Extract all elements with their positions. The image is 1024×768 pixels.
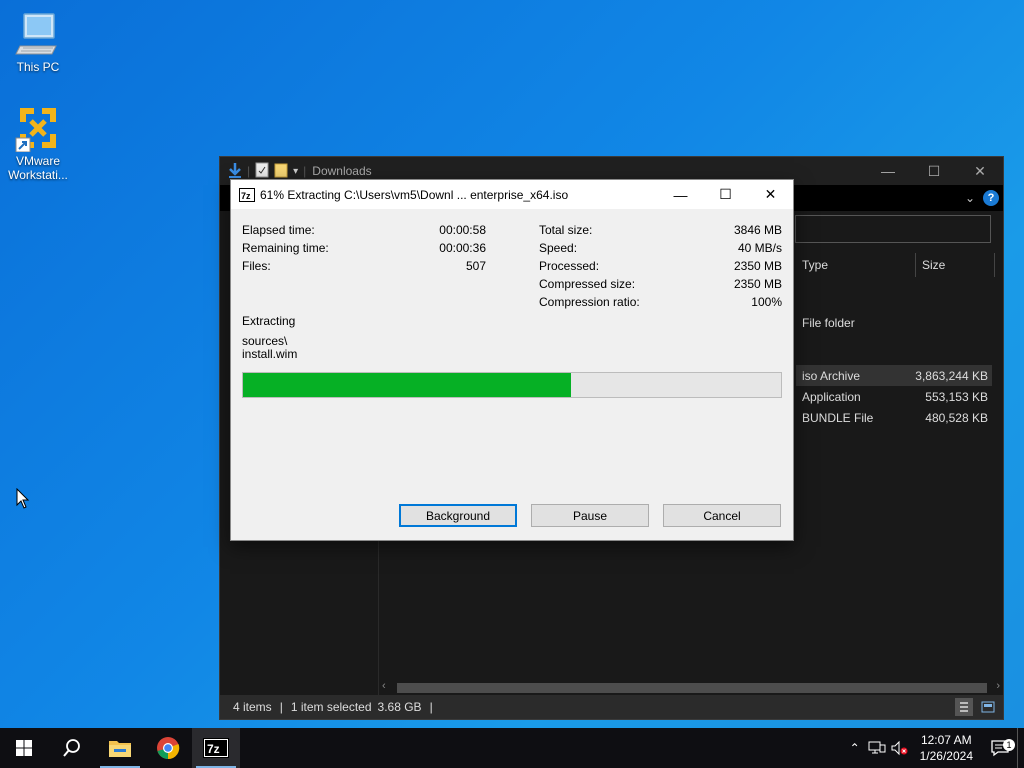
action-center-button[interactable]: 1 (983, 739, 1017, 757)
system-tray: ⌃ 12:07 AM 1/26/2024 1 (844, 728, 1024, 768)
remaining-time-label: Remaining time: (242, 241, 329, 255)
7zip-icon: 7z (203, 738, 229, 758)
large-icons-view-icon[interactable] (979, 698, 997, 716)
operation-label: Extracting (242, 314, 296, 328)
computer-icon (14, 10, 62, 58)
processed-value: 2350 MB (733, 259, 782, 273)
selection-count: 1 item selected (290, 700, 372, 714)
compressed-size-label: Compressed size: (539, 277, 636, 291)
file-row[interactable]: File folder (796, 312, 992, 333)
chrome-icon (157, 737, 180, 760)
taskbar-file-explorer[interactable] (96, 728, 144, 768)
extraction-progress-bar (242, 372, 782, 398)
status-bar: 4 items | 1 item selected 3.68 GB | (220, 695, 1003, 719)
pause-button[interactable]: Pause (531, 504, 649, 527)
show-desktop-button[interactable] (1017, 728, 1024, 768)
column-header-size[interactable]: Size (922, 253, 945, 277)
speed-label: Speed: (539, 241, 578, 255)
total-size-label: Total size: (539, 223, 593, 237)
scroll-right-icon[interactable]: › (996, 680, 1000, 692)
network-icon[interactable] (866, 740, 888, 756)
files-value: 507 (465, 259, 486, 273)
start-button[interactable] (0, 728, 48, 768)
search-button[interactable] (48, 728, 96, 768)
show-hidden-icons-chevron-icon[interactable]: ⌃ (844, 741, 866, 755)
7zip-icon: 7z (239, 187, 255, 202)
column-header-type[interactable]: Type (802, 253, 828, 277)
clock-date: 1/26/2024 (919, 749, 973, 763)
remaining-time-value: 00:00:36 (439, 241, 486, 255)
windows-logo-icon (16, 740, 32, 756)
column-divider[interactable] (915, 253, 916, 277)
compression-ratio-label: Compression ratio: (539, 295, 640, 309)
taskbar-chrome[interactable] (144, 728, 192, 768)
minimize-icon[interactable]: — (658, 180, 703, 209)
file-size: 480,528 KB (925, 410, 988, 425)
quick-access-toolbar: | ▾ | (220, 162, 306, 181)
details-view-icon[interactable] (955, 698, 973, 716)
files-label: Files: (242, 259, 271, 273)
minimize-icon[interactable]: — (865, 157, 911, 185)
close-icon[interactable]: ✕ (957, 157, 1003, 185)
explorer-title: Downloads (312, 164, 372, 178)
expand-ribbon-chevron-icon[interactable]: ⌄ (965, 191, 975, 205)
speed-value: 40 MB/s (737, 241, 782, 255)
help-icon[interactable]: ? (983, 190, 999, 206)
compressed-size-value: 2350 MB (733, 277, 782, 291)
new-folder-icon[interactable] (274, 162, 288, 181)
processed-label: Processed: (539, 259, 600, 273)
elapsed-time-label: Elapsed time: (242, 223, 315, 237)
vmware-icon (14, 104, 62, 153)
taskbar-7zip[interactable]: 7z (192, 728, 240, 768)
file-type: Application (802, 389, 861, 404)
properties-icon[interactable] (255, 162, 269, 181)
file-type: File folder (802, 315, 855, 330)
file-row[interactable]: Application 553,153 KB (796, 386, 992, 407)
search-icon (63, 739, 80, 757)
file-size: 553,153 KB (925, 389, 988, 404)
desktop-icon-vmware[interactable]: VMware Workstati... (0, 104, 76, 182)
dialog-title: 61% Extracting C:\Users\vm5\Downl ... en… (260, 187, 569, 202)
desktop-icon-label: This PC (16, 60, 60, 74)
taskbar: 7z ⌃ 12:07 AM 1/26/2024 1 (0, 728, 1024, 768)
file-row[interactable]: BUNDLE File 480,528 KB (796, 407, 992, 428)
desktop-icon-this-pc[interactable]: This PC (0, 10, 76, 74)
cancel-button[interactable]: Cancel (663, 504, 781, 527)
compression-ratio-value: 100% (751, 295, 782, 309)
scrollbar-thumb[interactable] (397, 683, 987, 693)
maximize-icon[interactable]: ☐ (911, 157, 957, 185)
svg-text:7z: 7z (207, 742, 220, 756)
background-button[interactable]: Background (399, 504, 517, 527)
progress-fill (243, 373, 572, 397)
mouse-cursor-icon (16, 487, 30, 513)
volume-muted-icon[interactable] (888, 740, 910, 756)
customize-toolbar-chevron-icon[interactable]: ▾ (293, 166, 298, 177)
clock[interactable]: 12:07 AM 1/26/2024 (910, 732, 983, 764)
close-icon[interactable]: ✕ (748, 180, 793, 209)
column-divider[interactable] (994, 253, 995, 277)
file-type: BUNDLE File (802, 410, 874, 425)
svg-text:7z: 7z (241, 191, 251, 201)
scroll-left-icon[interactable]: ‹ (382, 680, 386, 692)
file-explorer-icon (109, 741, 131, 757)
extraction-progress-dialog: 7z 61% Extracting C:\Users\vm5\Downl ...… (230, 179, 794, 541)
file-row-selected[interactable]: iso Archive 3,863,244 KB (796, 365, 992, 386)
total-size-value: 3846 MB (733, 223, 782, 237)
horizontal-scrollbar[interactable]: ‹ › (380, 680, 1002, 695)
download-arrow-icon (228, 162, 242, 181)
selection-size: 3.68 GB (377, 700, 422, 714)
current-file: install.wim (242, 347, 298, 361)
search-box[interactable] (795, 215, 991, 243)
dialog-titlebar: 7z 61% Extracting C:\Users\vm5\Downl ...… (231, 180, 793, 209)
elapsed-time-value: 00:00:58 (439, 223, 486, 237)
maximize-icon[interactable]: ☐ (703, 180, 748, 209)
desktop-icon-label: VMware Workstati... (8, 154, 68, 182)
file-type: iso Archive (802, 368, 861, 383)
item-count: 4 items (233, 700, 272, 714)
clock-time: 12:07 AM (920, 733, 972, 747)
current-path: sources\ (242, 334, 288, 348)
notification-count-badge: 1 (1003, 739, 1015, 751)
file-size: 3,863,244 KB (915, 368, 988, 383)
